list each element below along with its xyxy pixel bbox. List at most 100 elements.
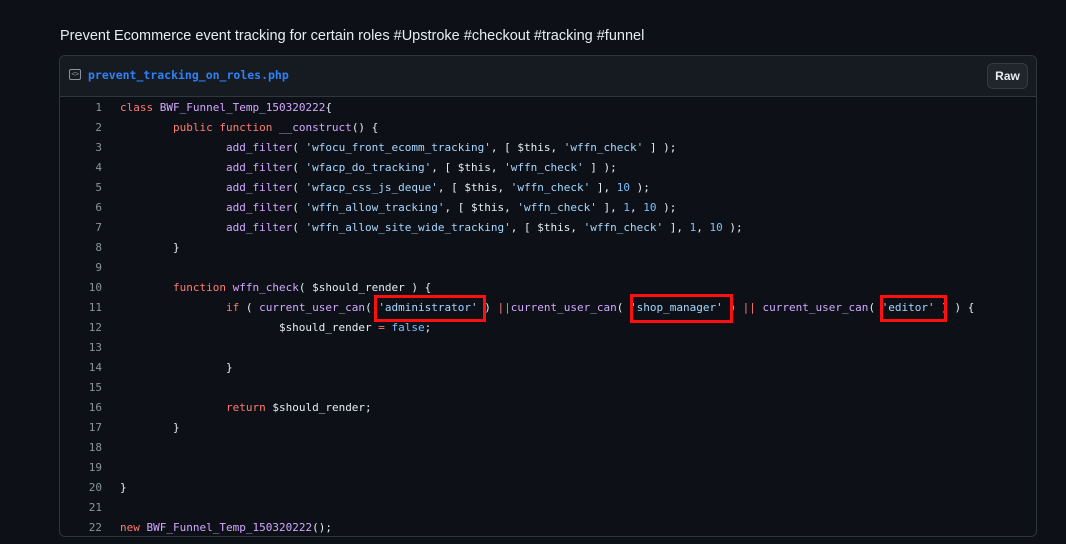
code-token: $should_render;: [265, 401, 372, 414]
line-code: }: [120, 238, 180, 258]
code-token: return: [225, 401, 266, 414]
line-code: return $should_render;: [120, 398, 372, 418]
line-number[interactable]: 2: [60, 118, 102, 138]
code-token: ,: [630, 201, 644, 214]
code-line: 12 $should_render = false;: [60, 318, 1036, 338]
code-token: () {: [351, 121, 379, 134]
code-token: =: [378, 321, 385, 334]
code-token: (: [292, 221, 306, 234]
line-number[interactable]: 17: [60, 418, 102, 438]
code-token: (: [292, 141, 306, 154]
code-line: 4 add_filter( 'wfacp_do_tracking', [ $th…: [60, 158, 1036, 178]
line-code: add_filter( 'wfacp_css_js_deque', [ $thi…: [120, 178, 650, 198]
line-number[interactable]: 3: [60, 138, 102, 158]
code-token: add_filter: [225, 141, 293, 154]
line-number[interactable]: 7: [60, 218, 102, 238]
line-number[interactable]: 8: [60, 238, 102, 258]
code-token: );: [630, 181, 650, 194]
code-line: 16 return $should_render;: [60, 398, 1036, 418]
code-token: (: [365, 301, 379, 314]
file-name-link[interactable]: prevent_tracking_on_roles.php: [88, 68, 289, 82]
line-code: }: [120, 418, 180, 438]
code-token: {: [325, 101, 332, 114]
code-token: ,: [696, 221, 710, 234]
line-code: if ( current_user_can( 'administrator' )…: [120, 298, 974, 318]
code-token: current_user_can: [762, 301, 869, 314]
code-token: 'wfocu_front_ecomm_tracking': [305, 141, 491, 154]
line-code: function wffn_check( $should_render ) {: [120, 278, 431, 298]
gist-description: Prevent Ecommerce event tracking for cer…: [60, 28, 645, 44]
code-token: public function: [172, 121, 279, 134]
line-number[interactable]: 16: [60, 398, 102, 418]
line-code: }: [120, 358, 233, 378]
code-token: ],: [663, 221, 690, 234]
code-token: (: [239, 301, 260, 314]
line-number[interactable]: 13: [60, 338, 102, 358]
code-token: , [ $this,: [490, 141, 564, 154]
code-line: 2 public function __construct() {: [60, 118, 1036, 138]
line-number[interactable]: 14: [60, 358, 102, 378]
code-token: 'wffn_check': [563, 141, 644, 154]
code-token: function: [172, 281, 233, 294]
code-token: (: [292, 181, 306, 194]
line-number[interactable]: 5: [60, 178, 102, 198]
line-code: public function __construct() {: [120, 118, 378, 138]
code-token: class: [120, 101, 160, 114]
code-token: ],: [596, 201, 624, 214]
code-token: , [ $this,: [510, 221, 584, 234]
code-line: 18: [60, 438, 1036, 458]
line-code: add_filter( 'wffn_allow_tracking', [ $th…: [120, 198, 676, 218]
raw-button[interactable]: Raw: [987, 63, 1028, 89]
line-number[interactable]: 6: [60, 198, 102, 218]
code-line: 6 add_filter( 'wffn_allow_tracking', [ $…: [60, 198, 1036, 218]
line-number[interactable]: 21: [60, 498, 102, 518]
code-token: 'wffn_check': [504, 161, 584, 174]
code-token: 'wffn_allow_tracking': [305, 201, 445, 214]
line-code: add_filter( 'wfocu_front_ecomm_tracking'…: [120, 138, 676, 158]
line-number[interactable]: 18: [60, 438, 102, 458]
code-token: 'wfacp_do_tracking': [305, 161, 432, 174]
code-line: 8 }: [60, 238, 1036, 258]
line-number[interactable]: 15: [60, 378, 102, 398]
code-token: 'wffn_allow_site_wide_tracking': [305, 221, 511, 234]
line-number[interactable]: 9: [60, 258, 102, 278]
code-token: , [ $this,: [431, 161, 505, 174]
line-code: $should_render = false;: [120, 318, 431, 338]
code-token: 1: [623, 201, 630, 214]
code-token: BWF_Funnel_Temp_150320222: [159, 101, 326, 114]
line-code: new BWF_Funnel_Temp_150320222();: [120, 518, 332, 536]
code-token: ) ) {: [934, 301, 975, 314]
code-token: }: [120, 481, 127, 494]
code-token: ;: [424, 321, 432, 334]
line-number[interactable]: 20: [60, 478, 102, 498]
line-number[interactable]: 19: [60, 458, 102, 478]
line-number[interactable]: 4: [60, 158, 102, 178]
code-view: 1 class BWF_Funnel_Temp_150320222{2 publi…: [60, 97, 1036, 536]
code-token: 'shop_manager': [630, 301, 723, 314]
code-line: 11 if ( current_user_can( 'administrator…: [60, 298, 1036, 318]
code-token: add_filter: [225, 181, 293, 194]
code-line: 1 class BWF_Funnel_Temp_150320222{: [60, 98, 1036, 118]
code-token: (: [868, 301, 882, 314]
line-code: add_filter( 'wffn_allow_site_wide_tracki…: [120, 218, 743, 238]
code-token: );: [722, 221, 743, 234]
line-number[interactable]: 12: [60, 318, 102, 338]
code-token: ||: [497, 301, 511, 314]
line-number[interactable]: 10: [60, 278, 102, 298]
code-token: add_filter: [225, 161, 293, 174]
code-token: 10: [709, 221, 723, 234]
line-code: class BWF_Funnel_Temp_150320222{: [120, 98, 332, 118]
code-token: ],: [590, 181, 617, 194]
line-number[interactable]: 22: [60, 518, 102, 536]
code-token: 'wfacp_css_js_deque': [305, 181, 438, 194]
code-token: false: [391, 321, 425, 334]
line-number[interactable]: 11: [60, 298, 102, 318]
code-token: (: [292, 161, 306, 174]
code-token: current_user_can: [259, 301, 366, 314]
code-line: 5 add_filter( 'wfacp_css_js_deque', [ $t…: [60, 178, 1036, 198]
line-number[interactable]: 1: [60, 98, 102, 118]
